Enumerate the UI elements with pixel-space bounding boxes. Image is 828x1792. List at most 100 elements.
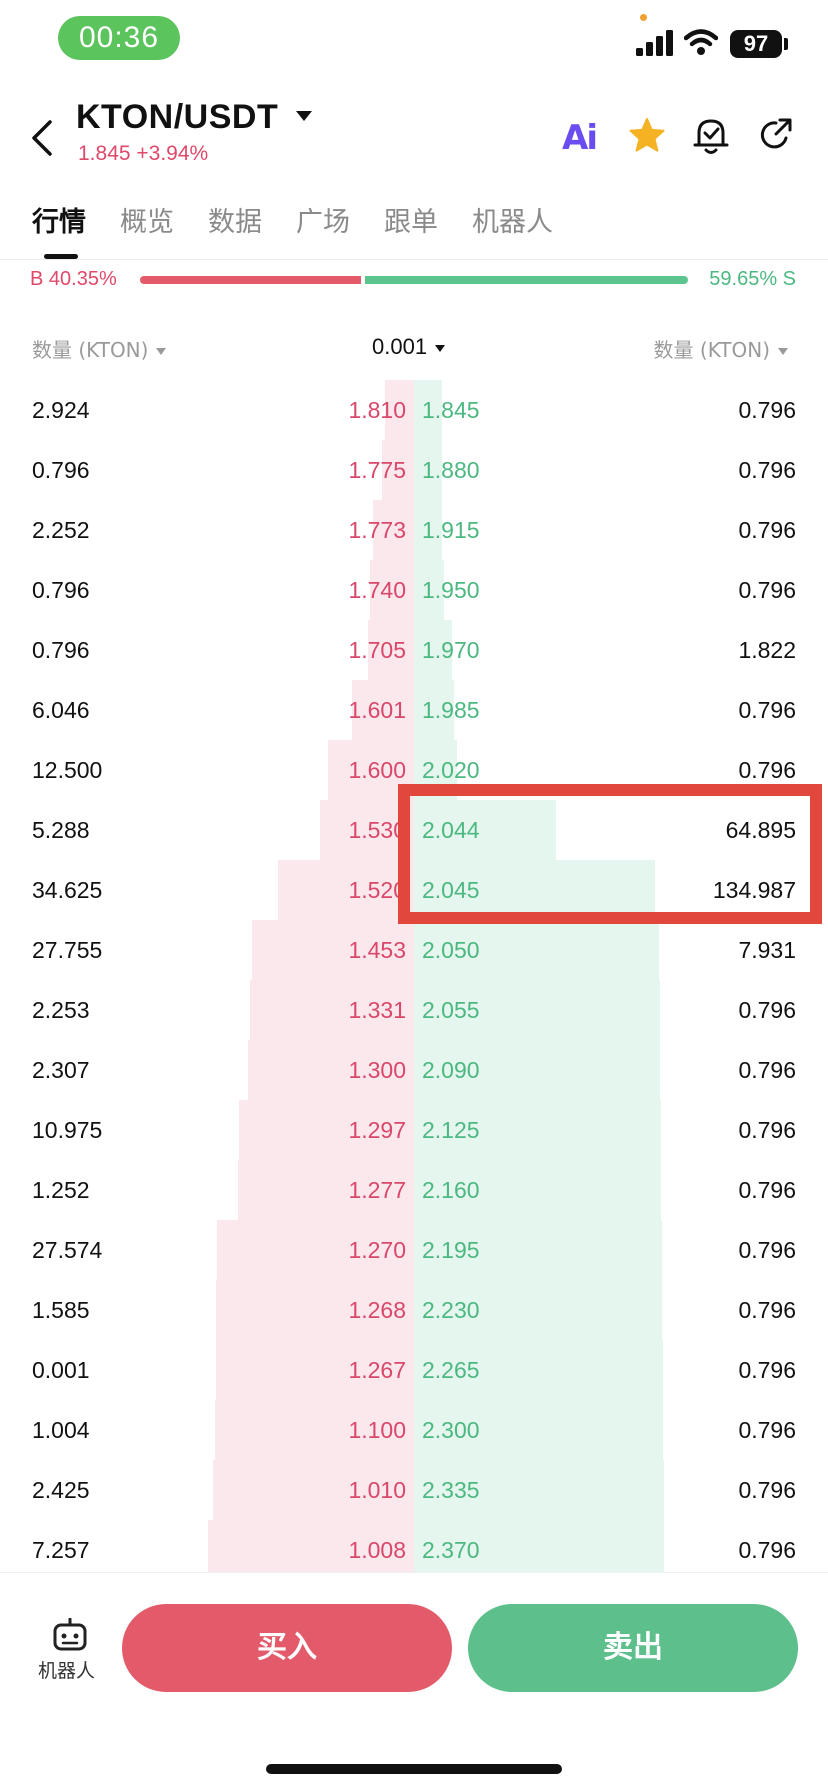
price-alert-bell-icon[interactable] <box>692 114 730 156</box>
order-book-row[interactable]: 1.585 1.268 2.230 0.796 <box>0 1280 828 1340</box>
bid-price: 1.740 <box>348 577 406 603</box>
main-tab-bar: 行情 概览 数据 广场 跟单 机器人 <box>0 200 828 260</box>
order-book-row[interactable]: 2.924 1.810 1.845 0.796 <box>0 380 828 440</box>
order-book: 2.924 1.810 1.845 0.796 0.796 1.775 1.880 0.796… <box>0 380 828 1580</box>
ask-price: 2.300 <box>422 1417 480 1443</box>
share-icon[interactable] <box>756 116 794 154</box>
price-precision-label: 0.001 <box>372 334 428 359</box>
ai-assistant-icon[interactable]: Ai <box>562 118 598 158</box>
ask-price: 1.985 <box>422 697 480 723</box>
bid-price: 1.775 <box>348 457 406 483</box>
bid-quantity: 1.585 <box>32 1297 90 1323</box>
order-book-row[interactable]: 0.796 1.740 1.950 0.796 <box>0 560 828 620</box>
bid-quantity: 1.252 <box>32 1177 90 1203</box>
order-book-row[interactable]: 1.252 1.277 2.160 0.796 <box>0 1160 828 1220</box>
status-bar: 00:36 97 <box>0 0 828 80</box>
caret-down-icon <box>778 348 788 355</box>
bid-quantity-header[interactable]: 数量 (KTON) <box>32 334 167 363</box>
bid-price: 1.270 <box>348 1237 406 1263</box>
ask-price: 2.195 <box>422 1237 480 1263</box>
bid-price: 1.267 <box>348 1357 406 1383</box>
order-book-row[interactable]: 2.307 1.300 2.090 0.796 <box>0 1040 828 1100</box>
highlight-annotation-box <box>398 784 822 924</box>
order-book-row[interactable]: 2.252 1.773 1.915 0.796 <box>0 500 828 560</box>
ask-quantity: 0.796 <box>738 1177 796 1203</box>
bid-price: 1.453 <box>348 937 406 963</box>
order-book-row[interactable]: 7.257 1.008 2.370 0.796 <box>0 1520 828 1580</box>
bid-quantity: 6.046 <box>32 697 90 723</box>
bid-quantity: 27.755 <box>32 937 103 963</box>
cellular-signal-icon <box>636 30 673 56</box>
pair-dropdown-caret-icon[interactable] <box>296 111 312 121</box>
bid-price: 1.601 <box>348 697 406 723</box>
bid-price: 1.773 <box>348 517 406 543</box>
order-book-row[interactable]: 2.425 1.010 2.335 0.796 <box>0 1460 828 1520</box>
bid-quantity: 12.500 <box>32 757 103 783</box>
bid-quantity: 2.307 <box>32 1057 90 1083</box>
robot-icon[interactable] <box>52 1618 88 1652</box>
bid-quantity: 2.253 <box>32 997 90 1023</box>
bid-price: 1.008 <box>348 1537 406 1563</box>
tab-overview[interactable]: 概览 <box>120 200 174 239</box>
wifi-icon <box>684 29 718 55</box>
bid-price: 1.810 <box>348 397 406 423</box>
order-book-row[interactable]: 1.004 1.100 2.300 0.796 <box>0 1400 828 1460</box>
favorite-star-icon[interactable] <box>628 116 666 154</box>
bid-quantity: 10.975 <box>32 1117 103 1143</box>
battery-indicator: 97 <box>730 30 782 58</box>
back-arrow-icon[interactable] <box>28 118 58 158</box>
order-book-row[interactable]: 27.574 1.270 2.195 0.796 <box>0 1220 828 1280</box>
bid-price: 1.300 <box>348 1057 406 1083</box>
active-tab-indicator <box>44 254 78 259</box>
sell-button[interactable]: 卖出 <box>468 1604 798 1692</box>
bid-price: 1.268 <box>348 1297 406 1323</box>
bid-price: 1.297 <box>348 1117 406 1143</box>
caret-down-icon <box>156 348 167 355</box>
ask-quantity: 0.796 <box>738 1057 796 1083</box>
order-book-row[interactable]: 6.046 1.601 1.985 0.796 <box>0 680 828 740</box>
bid-quantity: 2.924 <box>32 397 90 423</box>
tab-bot[interactable]: 机器人 <box>472 200 553 239</box>
bid-quantity: 7.257 <box>32 1537 90 1563</box>
tab-data[interactable]: 数据 <box>208 200 262 239</box>
bid-quantity: 5.288 <box>32 817 90 843</box>
tab-copy-trading[interactable]: 跟单 <box>384 200 438 239</box>
order-book-row[interactable]: 0.796 1.705 1.970 1.822 <box>0 620 828 680</box>
home-indicator <box>266 1764 562 1774</box>
order-book-row[interactable]: 0.001 1.267 2.265 0.796 <box>0 1340 828 1400</box>
ask-quantity: 0.796 <box>738 577 796 603</box>
buy-sell-ratio-bar <box>140 276 688 284</box>
bid-price: 1.277 <box>348 1177 406 1203</box>
ask-quantity: 0.796 <box>738 997 796 1023</box>
buy-button[interactable]: 买入 <box>122 1604 452 1692</box>
bot-label[interactable]: 机器人 <box>38 1656 95 1683</box>
tab-market[interactable]: 行情 <box>32 200 86 239</box>
caret-down-icon <box>435 344 446 352</box>
order-book-row[interactable]: 10.975 1.297 2.125 0.796 <box>0 1100 828 1160</box>
ask-quantity: 0.796 <box>738 517 796 543</box>
tab-square[interactable]: 广场 <box>296 200 350 239</box>
ask-price: 2.230 <box>422 1297 480 1323</box>
bid-price: 1.100 <box>348 1417 406 1443</box>
ask-price: 1.970 <box>422 637 480 663</box>
trading-pair-title[interactable]: KTON/USDT <box>76 98 278 137</box>
ask-quantity-header-label: 数量 (KTON) <box>653 338 770 362</box>
price-precision-selector[interactable]: 0.001 <box>372 334 446 360</box>
ask-quantity: 0.796 <box>738 457 796 483</box>
ask-quantity: 0.796 <box>738 1477 796 1503</box>
bid-price: 1.010 <box>348 1477 406 1503</box>
bid-price: 1.705 <box>348 637 406 663</box>
bid-price: 1.331 <box>348 997 406 1023</box>
order-book-row[interactable]: 27.755 1.453 2.050 7.931 <box>0 920 828 980</box>
order-book-row[interactable]: 2.253 1.331 2.055 0.796 <box>0 980 828 1040</box>
ask-quantity: 7.931 <box>738 937 796 963</box>
sell-ratio-label: 59.65% S <box>709 268 796 290</box>
ask-quantity-header[interactable]: 数量 (KTON) <box>654 334 788 363</box>
bid-quantity: 0.001 <box>32 1357 90 1383</box>
bid-quantity: 0.796 <box>32 577 90 603</box>
ask-price: 1.880 <box>422 457 480 483</box>
bid-quantity: 0.796 <box>32 637 90 663</box>
ask-price: 1.950 <box>422 577 480 603</box>
order-book-row[interactable]: 0.796 1.775 1.880 0.796 <box>0 440 828 500</box>
ask-quantity: 0.796 <box>738 1237 796 1263</box>
